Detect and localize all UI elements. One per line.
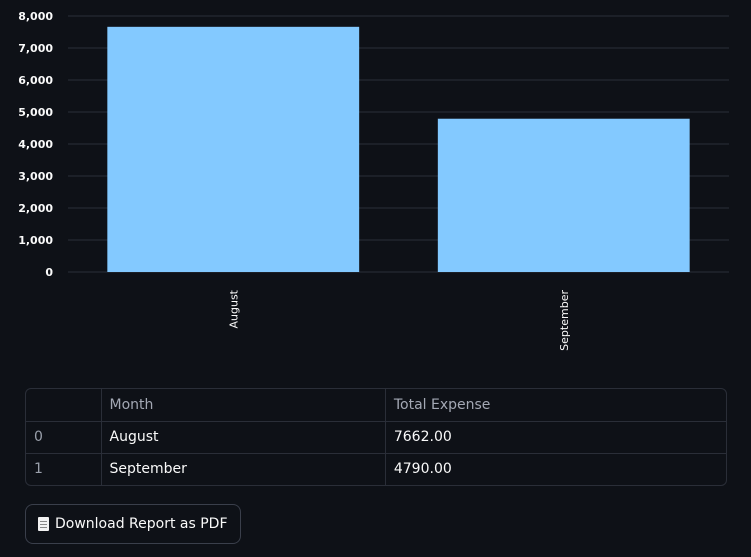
y-tick-label: 1,000 bbox=[18, 234, 53, 247]
document-icon bbox=[38, 517, 49, 531]
y-tick-label: 8,000 bbox=[18, 10, 53, 23]
y-tick-label: 7,000 bbox=[18, 42, 53, 55]
y-tick-label: 4,000 bbox=[18, 138, 53, 151]
y-tick-label: 3,000 bbox=[18, 170, 53, 183]
bar-august bbox=[107, 26, 360, 273]
row-index: 0 bbox=[26, 421, 102, 454]
index-column-header bbox=[26, 389, 102, 422]
expense-table: Month Total Expense 0 August 7662.00 1 S… bbox=[25, 388, 727, 486]
bar-september bbox=[437, 118, 690, 272]
x-tick-label: August bbox=[227, 289, 240, 328]
table-row: 0 August 7662.00 bbox=[26, 421, 726, 454]
table-header-row: Month Total Expense bbox=[26, 389, 726, 422]
table-row: 1 September 4790.00 bbox=[26, 453, 726, 485]
download-button-label: Download Report as PDF bbox=[55, 516, 228, 532]
x-tick-label: September bbox=[558, 290, 571, 351]
month-cell[interactable]: September bbox=[101, 453, 386, 485]
month-cell[interactable]: August bbox=[101, 421, 386, 454]
row-index: 1 bbox=[26, 453, 102, 485]
y-tick-label: 0 bbox=[45, 266, 53, 279]
total-expense-column-header[interactable]: Total Expense bbox=[385, 389, 726, 422]
bar-chart: 0 1,000 2,000 3,000 4,000 5,000 6,000 7,000 8,00… bbox=[18, 10, 729, 351]
y-tick-label: 2,000 bbox=[18, 202, 53, 215]
total-expense-cell[interactable]: 4790.00 bbox=[385, 453, 726, 485]
total-expense-cell[interactable]: 7662.00 bbox=[385, 421, 726, 454]
y-tick-label: 5,000 bbox=[18, 106, 53, 119]
y-tick-label: 6,000 bbox=[18, 74, 53, 87]
download-report-pdf-button[interactable]: Download Report as PDF bbox=[25, 504, 241, 544]
month-column-header[interactable]: Month bbox=[101, 389, 386, 422]
